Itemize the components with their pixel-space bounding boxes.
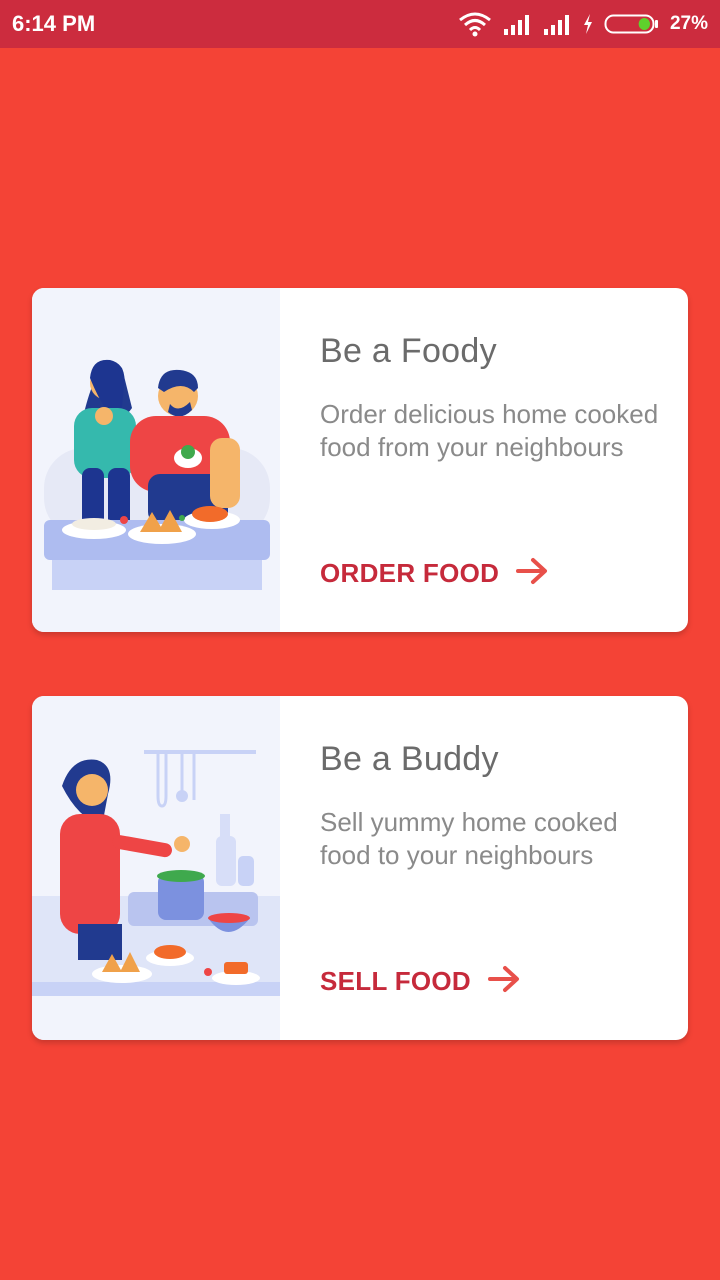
status-time: 6:14 PM xyxy=(12,11,96,36)
status-icons: 27% xyxy=(458,11,708,37)
card-description: Sell yummy home cooked food to your neig… xyxy=(320,807,618,870)
battery-icon xyxy=(604,13,660,35)
buddy-card[interactable]: Be a Buddy Sell yummy home cooked food t… xyxy=(32,696,688,1040)
card-title: Be a Foody xyxy=(320,332,497,370)
signal-icon xyxy=(542,13,572,35)
battery-percentage: 27% xyxy=(669,13,708,34)
arrow-right-icon xyxy=(487,964,521,999)
wifi-icon xyxy=(458,11,492,37)
card-description: Order delicious home cooked food from yo… xyxy=(320,399,659,462)
charging-icon xyxy=(582,13,594,35)
couple-eating-illustration xyxy=(32,288,280,632)
card-title: Be a Buddy xyxy=(320,740,499,778)
order-food-button[interactable]: ORDER FOOD xyxy=(320,556,549,591)
foody-card[interactable]: Be a Foody Order delicious home cooked f… xyxy=(32,288,688,632)
sell-food-label: SELL FOOD xyxy=(320,966,472,996)
woman-cooking-illustration xyxy=(32,696,280,1040)
signal-icon xyxy=(502,13,532,35)
order-food-label: ORDER FOOD xyxy=(320,558,500,588)
arrow-right-icon xyxy=(515,556,549,591)
sell-food-button[interactable]: SELL FOOD xyxy=(320,964,521,999)
status-bar: 6:14 PM 27% xyxy=(0,0,720,48)
